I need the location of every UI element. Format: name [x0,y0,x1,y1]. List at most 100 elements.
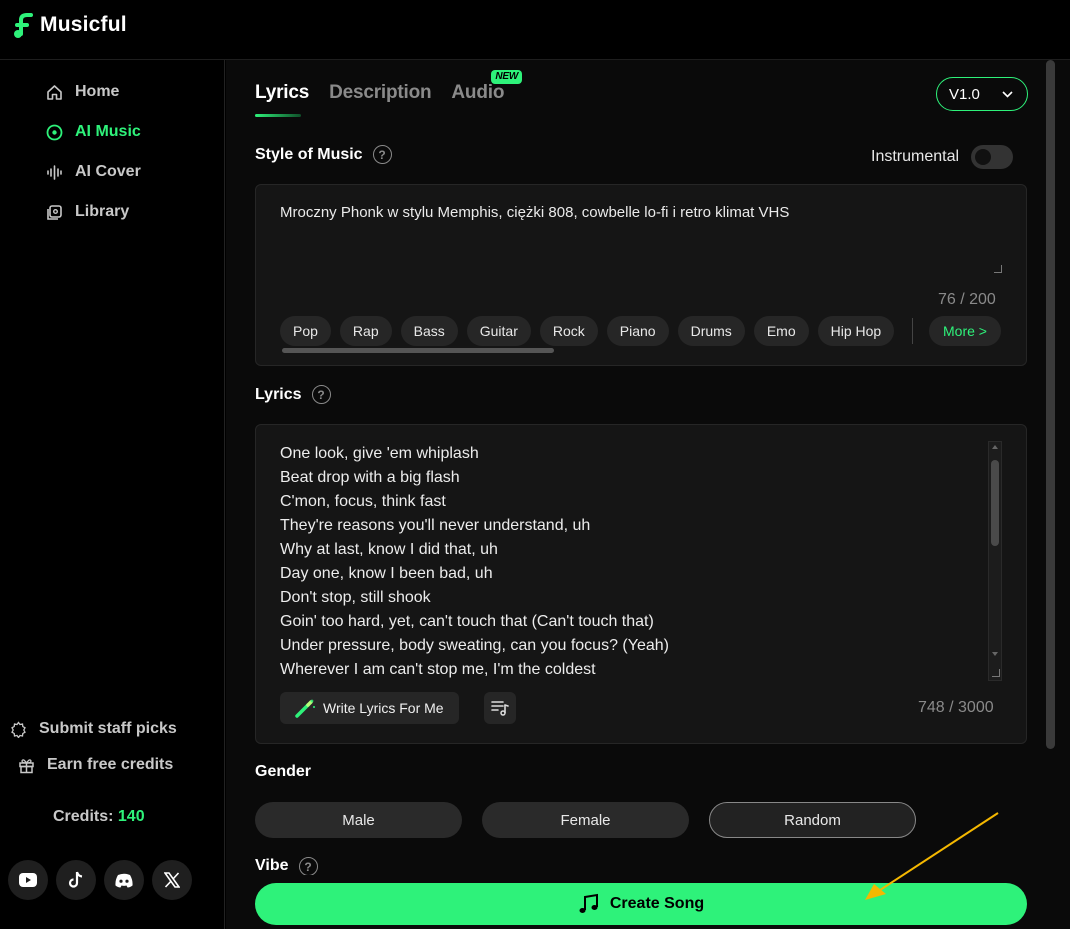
badge-icon [10,720,27,738]
lyric-line: Goin' too hard, yet, can't touch that (C… [280,613,654,630]
lyric-line: Beat drop with a big flash [280,469,460,486]
help-icon[interactable]: ? [311,385,331,404]
music-notes-icon [579,893,598,913]
style-char-counter: 76 / 200 [938,291,996,308]
resize-handle[interactable] [994,265,1002,273]
sidebar-item-library[interactable]: Library [46,203,129,221]
earn-free-credits-label: Earn free credits [47,756,174,773]
library-icon [46,204,63,221]
x-button[interactable] [152,860,192,900]
style-of-music-label: Style of Music ? [255,145,392,164]
earn-free-credits-link[interactable]: Earn free credits [18,756,173,774]
musicful-logo-icon [14,13,33,38]
sidebar-item-label: Library [75,203,130,220]
top-bar: Musicful [0,0,1070,60]
x-icon [164,872,180,888]
lyrics-format-button[interactable] [484,692,516,724]
credits-label: Credits: [53,808,114,825]
logo[interactable]: Musicful [12,12,127,38]
write-lyrics-label: Write Lyrics For Me [323,700,444,716]
disc-icon [46,124,63,141]
annotation-arrow-icon [865,812,999,900]
resize-handle[interactable] [992,669,1000,677]
chevron-down-icon [1002,90,1013,98]
tab-lyrics[interactable]: Lyrics [255,82,309,117]
social-links [8,860,192,900]
instrumental-toggle[interactable] [971,145,1014,169]
lyrics-textarea[interactable]: One look, give 'em whiplash Beat drop wi… [280,442,980,682]
home-icon [46,84,63,101]
chip-drums[interactable]: Drums [677,316,745,346]
main-scrollbar-thumb[interactable] [1046,60,1055,749]
vibe-label: Vibe ? [255,857,318,875]
chip-rock[interactable]: Rock [539,316,598,346]
submit-staff-picks-label: Submit staff picks [39,720,177,737]
lyrics-label: Lyrics ? [255,385,331,404]
credits-value: 140 [117,808,145,825]
instrumental-label: Instrumental [871,148,960,165]
lyrics-title: Lyrics [255,385,302,403]
discord-icon [115,873,133,887]
chips-divider [912,318,913,344]
lyrics-scrollbar[interactable] [988,441,1002,681]
gender-male-button[interactable]: Male [255,802,462,838]
chip-pop[interactable]: Pop [280,316,331,346]
sidebar-item-home[interactable]: Home [46,83,119,101]
genre-chips: Pop Rap Bass Guitar Rock Piano Drums Emo… [280,316,912,350]
version-select[interactable]: V1.0 [936,77,1028,111]
lyric-line: Wherever I am can't stop me, I'm the col… [280,661,596,678]
chip-guitar[interactable]: Guitar [466,316,531,346]
gender-label: Gender [255,763,311,781]
style-panel: Mroczny Phonk w stylu Memphis, ciężki 80… [255,184,1027,366]
sidebar-item-ai-cover[interactable]: AI Cover [46,163,141,181]
sidebar-item-ai-music[interactable]: AI Music [46,123,141,141]
submit-staff-picks-link[interactable]: Submit staff picks [10,720,177,738]
credits-display: Credits: 140 [53,808,145,826]
lyric-line: Why at last, know I did that, uh [280,541,498,558]
chip-emo[interactable]: Emo [753,316,809,346]
youtube-icon [19,873,37,887]
chip-hip-hop[interactable]: Hip Hop [817,316,895,346]
scroll-down-icon[interactable] [992,652,998,656]
help-icon[interactable]: ? [372,145,392,164]
instrumental-toggle-row: Instrumental [871,145,1014,169]
version-value: V1.0 [949,85,980,103]
gender-female-button[interactable]: Female [482,802,689,838]
sidebar-item-label: Home [75,83,120,100]
music-list-icon [491,701,509,716]
chip-piano[interactable]: Piano [606,316,669,346]
tab-description[interactable]: Description [329,82,432,104]
lyric-line: Under pressure, body sweating, can you f… [280,637,669,654]
write-lyrics-button[interactable]: Write Lyrics For Me [280,692,459,724]
more-genres-button[interactable]: More > [929,316,1001,346]
discord-button[interactable] [104,860,144,900]
gender-title: Gender [255,763,312,780]
scroll-up-icon[interactable] [992,445,998,449]
chip-rap[interactable]: Rap [339,316,392,346]
help-icon[interactable]: ? [298,857,318,875]
mode-tabs: Lyrics Description Audio NEW [255,70,523,117]
chips-scrollbar[interactable] [282,348,554,353]
sidebar: Home AI Music AI Cover Library Submit st… [0,60,225,929]
magic-pen-icon [295,699,315,718]
lyrics-char-counter: 748 / 3000 [918,699,994,716]
style-input[interactable]: Mroczny Phonk w stylu Memphis, ciężki 80… [280,204,789,221]
main-scrollbar[interactable] [1046,60,1055,749]
tiktok-icon [68,871,83,888]
sidebar-item-label: AI Cover [75,163,141,180]
tiktok-button[interactable] [56,860,96,900]
lyric-line: They're reasons you'll never understand,… [280,517,591,534]
scrollbar-thumb[interactable] [991,460,999,546]
chip-bass[interactable]: Bass [400,316,458,346]
new-badge: NEW [491,70,523,84]
vibe-title: Vibe [255,857,289,874]
youtube-button[interactable] [8,860,48,900]
lyric-line: One look, give 'em whiplash [280,445,479,462]
gift-icon [18,757,35,774]
lyrics-panel: One look, give 'em whiplash Beat drop wi… [255,424,1027,744]
lyric-line: C'mon, focus, think fast [280,493,446,510]
lyric-line: Don't stop, still shook [280,589,431,606]
sidebar-item-label: AI Music [75,123,141,140]
tab-audio[interactable]: Audio NEW [451,70,523,104]
style-of-music-title: Style of Music [255,145,363,163]
